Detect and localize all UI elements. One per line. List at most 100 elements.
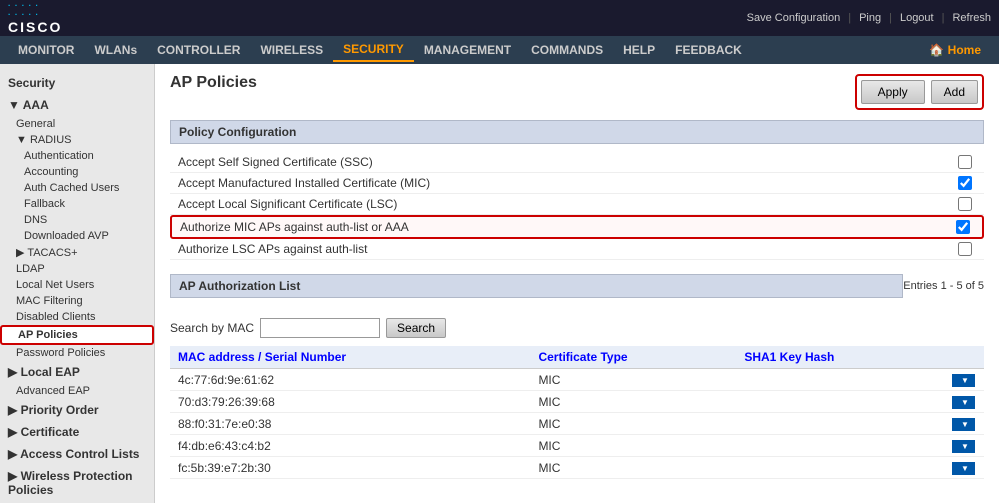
cell-action-0 [944, 369, 984, 391]
sidebar-item-radius[interactable]: ▼ RADIUS [0, 132, 154, 148]
policy-label-mic-aaa: Authorize MIC APs against auth-list or A… [180, 220, 956, 234]
sidebar-item-ap-policies[interactable]: AP Policies [0, 325, 154, 345]
sidebar-item-disabled-clients[interactable]: Disabled Clients [0, 309, 154, 325]
col-action [944, 346, 984, 369]
sidebar-item-mac-filtering[interactable]: MAC Filtering [0, 293, 154, 309]
nav-feedback[interactable]: FEEDBACK [665, 39, 752, 61]
row-dropdown-btn-0[interactable] [952, 374, 975, 387]
table-row: 4c:77:6d:9e:61:62 MIC [170, 369, 984, 391]
top-actions: Save Configuration | Ping | Logout | Ref… [747, 12, 991, 24]
sidebar-item-local-net-users[interactable]: Local Net Users [0, 277, 154, 293]
page-header: AP Policies Apply Add [170, 74, 984, 110]
col-cert-type[interactable]: Certificate Type [530, 346, 736, 369]
policy-row-lsc: Accept Local Significant Certificate (LS… [170, 194, 984, 215]
nav-security[interactable]: SECURITY [333, 38, 414, 62]
table-row: fc:5b:39:e7:2b:30 MIC [170, 457, 984, 479]
auth-list-header: AP Authorization List Entries 1 - 5 of 5 [170, 274, 984, 298]
cell-mac-1: 70:d3:79:26:39:68 [170, 391, 530, 413]
sidebar-item-auth-cached[interactable]: Auth Cached Users [0, 180, 154, 196]
page-title: AP Policies [170, 74, 257, 92]
row-dropdown-btn-2[interactable] [952, 418, 975, 431]
sidebar-item-local-eap[interactable]: ▶ Local EAP [0, 361, 154, 383]
row-dropdown-btn-1[interactable] [952, 396, 975, 409]
sidebar-item-priority-order[interactable]: ▶ Priority Order [0, 399, 154, 421]
cisco-logo: · · · · ·· · · · · CISCO [8, 1, 62, 35]
policy-checkbox-lsc-auth[interactable] [958, 242, 972, 256]
policy-checkbox-mic-aaa[interactable] [956, 220, 970, 234]
cell-action-2 [944, 413, 984, 435]
col-mac[interactable]: MAC address / Serial Number [170, 346, 530, 369]
sidebar-item-downloaded-avp[interactable]: Downloaded AVP [0, 228, 154, 244]
nav-commands[interactable]: COMMANDS [521, 39, 613, 61]
sidebar-item-accounting[interactable]: Accounting [0, 164, 154, 180]
cell-cert-1: MIC [530, 391, 736, 413]
cell-cert-4: MIC [530, 457, 736, 479]
policy-checkbox-mic[interactable] [958, 176, 972, 190]
row-dropdown-btn-3[interactable] [952, 440, 975, 453]
cell-sha1-3 [736, 435, 944, 457]
auth-table-body: 4c:77:6d:9e:61:62 MIC 70:d3:79:26:39:68 … [170, 369, 984, 479]
sidebar-item-advanced-eap[interactable]: Advanced EAP [0, 383, 154, 399]
entries-info: Entries 1 - 5 of 5 [903, 280, 984, 292]
apply-button[interactable]: Apply [861, 80, 925, 104]
col-sha1[interactable]: SHA1 Key Hash [736, 346, 944, 369]
search-button[interactable]: Search [386, 318, 446, 338]
refresh-link[interactable]: Refresh [952, 12, 991, 24]
top-bar: · · · · ·· · · · · CISCO Save Configurat… [0, 0, 999, 36]
sidebar: Security ▼ AAA General ▼ RADIUS Authenti… [0, 64, 155, 503]
sidebar-item-certificate[interactable]: ▶ Certificate [0, 421, 154, 443]
content-area: AP Policies Apply Add Policy Configurati… [155, 64, 999, 503]
sidebar-item-general[interactable]: General [0, 116, 154, 132]
cell-action-4 [944, 457, 984, 479]
sidebar-section-title: Security [0, 72, 154, 94]
cell-mac-0: 4c:77:6d:9e:61:62 [170, 369, 530, 391]
row-dropdown-btn-4[interactable] [952, 462, 975, 475]
cell-sha1-0 [736, 369, 944, 391]
cell-mac-4: fc:5b:39:e7:2b:30 [170, 457, 530, 479]
cisco-dots: · · · · ·· · · · · [8, 1, 62, 19]
nav-monitor[interactable]: MONITOR [8, 39, 84, 61]
nav-controller[interactable]: CONTROLLER [147, 39, 250, 61]
sidebar-item-fallback[interactable]: Fallback [0, 196, 154, 212]
policy-row-ssc: Accept Self Signed Certificate (SSC) [170, 152, 984, 173]
cell-cert-3: MIC [530, 435, 736, 457]
policy-row-mic-aaa: Authorize MIC APs against auth-list or A… [170, 215, 984, 239]
main-layout: Security ▼ AAA General ▼ RADIUS Authenti… [0, 64, 999, 503]
home-link[interactable]: 🏠 Home [919, 39, 991, 61]
sidebar-item-ldap[interactable]: LDAP [0, 261, 154, 277]
search-by-mac-label: Search by MAC [170, 321, 254, 335]
auth-list-table: MAC address / Serial Number Certificate … [170, 346, 984, 479]
nav-management[interactable]: MANAGEMENT [414, 39, 521, 61]
ping-link[interactable]: Ping [859, 12, 881, 24]
cell-sha1-2 [736, 413, 944, 435]
sidebar-item-wireless-protection[interactable]: ▶ Wireless Protection Policies [0, 465, 154, 501]
table-header-row: MAC address / Serial Number Certificate … [170, 346, 984, 369]
policy-label-lsc: Accept Local Significant Certificate (LS… [178, 197, 958, 211]
policy-label-mic: Accept Manufactured Installed Certificat… [178, 176, 958, 190]
cell-sha1-4 [736, 457, 944, 479]
policy-row-lsc-auth: Authorize LSC APs against auth-list [170, 239, 984, 260]
add-button[interactable]: Add [931, 80, 978, 104]
sidebar-group-aaa[interactable]: ▼ AAA [0, 94, 154, 116]
header-buttons: Apply Add [855, 74, 984, 110]
cell-cert-2: MIC [530, 413, 736, 435]
nav-wireless[interactable]: WIRELESS [250, 39, 333, 61]
sidebar-item-tacacs[interactable]: ▶ TACACS+ [0, 244, 154, 261]
search-row: Search by MAC Search [170, 318, 984, 338]
nav-help[interactable]: HELP [613, 39, 665, 61]
cell-sha1-1 [736, 391, 944, 413]
sidebar-item-acl[interactable]: ▶ Access Control Lists [0, 443, 154, 465]
search-mac-input[interactable] [260, 318, 380, 338]
cell-action-1 [944, 391, 984, 413]
logout-link[interactable]: Logout [900, 12, 934, 24]
cell-mac-2: 88:f0:31:7e:e0:38 [170, 413, 530, 435]
table-row: 70:d3:79:26:39:68 MIC [170, 391, 984, 413]
policy-checkbox-ssc[interactable] [958, 155, 972, 169]
sidebar-item-authentication[interactable]: Authentication [0, 148, 154, 164]
policy-checkbox-lsc[interactable] [958, 197, 972, 211]
cell-action-3 [944, 435, 984, 457]
sidebar-item-password-policies[interactable]: Password Policies [0, 345, 154, 361]
save-config-link[interactable]: Save Configuration [747, 12, 841, 24]
nav-wlans[interactable]: WLANs [84, 39, 147, 61]
sidebar-item-dns[interactable]: DNS [0, 212, 154, 228]
